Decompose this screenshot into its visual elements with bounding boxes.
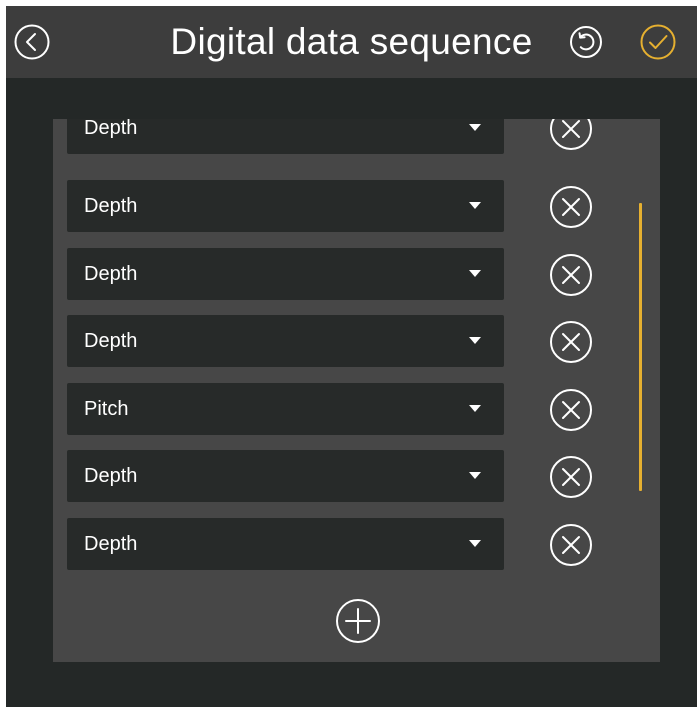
select-value: Depth (84, 533, 138, 555)
sequence-select[interactable]: Depth (67, 315, 504, 367)
select-value: Depth (84, 330, 138, 352)
check-circle-icon (640, 24, 676, 60)
remove-item-button[interactable] (549, 523, 593, 567)
sequence-select[interactable]: Depth (67, 450, 504, 502)
sequence-select[interactable]: Depth (67, 518, 504, 570)
select-value: Pitch (84, 398, 129, 420)
remove-item-button[interactable] (549, 119, 593, 151)
close-circle-icon (550, 186, 592, 228)
close-circle-icon (550, 456, 592, 498)
sequence-row: Depth (53, 119, 660, 154)
sequence-row: Pitch (53, 383, 660, 435)
confirm-button[interactable] (638, 22, 678, 62)
caret-down-icon (469, 124, 481, 131)
sequence-select[interactable]: Depth (67, 248, 504, 300)
sequence-row: Depth (53, 518, 660, 570)
plus-circle-icon (336, 599, 380, 643)
sequence-row: Depth (53, 315, 660, 367)
reset-icon (570, 26, 602, 58)
caret-down-icon (469, 405, 481, 412)
header-bar: Digital data sequence (6, 6, 697, 78)
reset-button[interactable] (566, 22, 606, 62)
caret-down-icon (469, 202, 481, 209)
close-circle-icon (550, 389, 592, 431)
select-value: Depth (84, 263, 138, 285)
caret-down-icon (469, 337, 481, 344)
close-circle-icon (550, 524, 592, 566)
remove-item-button[interactable] (549, 455, 593, 499)
caret-down-icon (469, 540, 481, 547)
remove-item-button[interactable] (549, 185, 593, 229)
caret-down-icon (469, 270, 481, 277)
close-circle-icon (550, 254, 592, 296)
select-value: Depth (84, 119, 138, 139)
app-window: Digital data sequence Depth Depth Depth … (6, 6, 697, 707)
caret-down-icon (469, 472, 481, 479)
close-circle-icon (550, 119, 592, 150)
select-value: Depth (84, 195, 138, 217)
sequence-row: Depth (53, 180, 660, 232)
sequence-list-panel: Depth Depth Depth Depth Pitch Depth Dept… (53, 119, 660, 662)
close-circle-icon (550, 321, 592, 363)
list-scrollbar[interactable] (639, 203, 642, 491)
sequence-select[interactable]: Pitch (67, 383, 504, 435)
remove-item-button[interactable] (549, 388, 593, 432)
sequence-select[interactable]: Depth (67, 119, 504, 154)
select-value: Depth (84, 465, 138, 487)
remove-item-button[interactable] (549, 320, 593, 364)
add-item-button[interactable] (335, 598, 381, 644)
sequence-row: Depth (53, 248, 660, 300)
sequence-select[interactable]: Depth (67, 180, 504, 232)
sequence-row: Depth (53, 450, 660, 502)
remove-item-button[interactable] (549, 253, 593, 297)
